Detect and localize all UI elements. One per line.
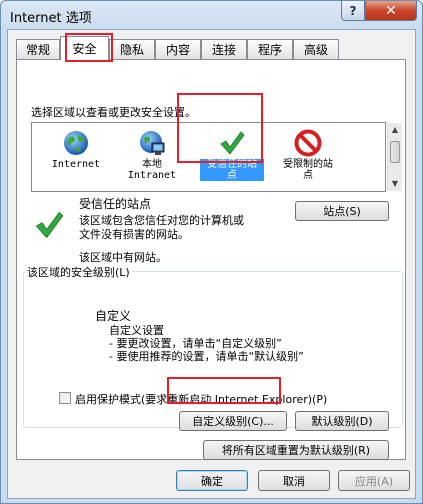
custom-level-button[interactable]: 自定义级别(C)...: [179, 411, 287, 431]
security-level-desc-3: - 要使用推荐的设置，请单击“默认级别”: [109, 350, 304, 363]
reset-all-zones-button[interactable]: 将所有区域重置为默认级别(R): [203, 440, 389, 460]
globe-icon: [64, 131, 88, 155]
checkmark-icon: [220, 131, 245, 155]
close-button[interactable]: ✕: [365, 1, 417, 21]
window-title: Internet 选项: [10, 11, 92, 26]
trusted-zone-check-icon: [35, 211, 64, 239]
tab-security[interactable]: 安全: [60, 36, 109, 60]
internet-options-dialog: Internet 选项 ? ✕ 常规 安全 隐私 内容 连接 程序 高级 选择区…: [0, 0, 423, 504]
zone-description-line1: 该区域包含您信任对您的计算机或: [79, 214, 244, 227]
sites-button[interactable]: 站点(S): [295, 201, 389, 221]
scroll-thumb[interactable]: [390, 141, 400, 163]
cancel-button[interactable]: 取消: [258, 470, 330, 491]
zone-description-line2: 文件没有损害的网站。: [79, 228, 189, 241]
zone-internet[interactable]: Internet: [40, 127, 112, 189]
security-panel: 选择区域以查看或更改安全设置。 Internet 本地 Intranet 受信任…: [16, 59, 406, 460]
restricted-icon: [294, 129, 322, 157]
scroll-up-icon[interactable]: ▲: [388, 123, 402, 137]
tab-programs[interactable]: 程序: [247, 39, 293, 59]
zone-local-intranet[interactable]: 本地 Intranet: [116, 127, 188, 189]
zone-trusted-label: 受信任的站点: [200, 159, 264, 181]
protected-mode-checkbox[interactable]: [59, 392, 71, 404]
tab-connections[interactable]: 连接: [201, 39, 247, 59]
zone-internet-label: Internet: [51, 159, 101, 170]
zone-sites-status: 该区域中有网站。: [79, 251, 167, 264]
zone-list-scrollbar[interactable]: ▲ ▼: [387, 123, 402, 191]
security-level-desc-2: - 要更改设置，请单击“自定义级别”: [109, 337, 282, 350]
tab-advanced[interactable]: 高级: [293, 39, 339, 59]
tab-general[interactable]: 常规: [16, 39, 60, 59]
close-icon: ✕: [385, 2, 397, 19]
title-bar[interactable]: Internet 选项 ? ✕: [1, 1, 422, 29]
ok-button[interactable]: 确定: [176, 470, 248, 491]
default-level-button[interactable]: 默认级别(D): [295, 411, 389, 431]
apply-button[interactable]: 应用(A): [338, 470, 410, 491]
protected-mode-label[interactable]: 启用保护模式(要求重新启动 Internet Explorer)(P): [75, 391, 327, 407]
dialog-body: 常规 安全 隐私 内容 连接 程序 高级 选择区域以查看或更改安全设置。 Int…: [7, 29, 416, 499]
security-level-name: 自定义: [95, 309, 132, 323]
zone-title: 受信任的站点: [79, 197, 152, 211]
zone-list[interactable]: Internet 本地 Intranet 受信任的站 点 受限制的站 点 ▲ ▼: [31, 122, 402, 192]
help-button[interactable]: ?: [341, 1, 365, 21]
intranet-icon: [140, 131, 165, 155]
zone-restricted-sites[interactable]: 受限制的站点: [272, 127, 344, 189]
tab-content[interactable]: 内容: [155, 39, 201, 59]
zone-trusted-sites[interactable]: 受信任的站点: [196, 127, 268, 189]
security-level-desc-1: 自定义设置: [109, 324, 164, 337]
select-zone-label: 选择区域以查看或更改安全设置。: [31, 106, 196, 119]
zone-restricted-label: 受限制的站点: [283, 159, 333, 181]
tab-privacy[interactable]: 隐私: [109, 39, 155, 59]
zone-intranet-label: 本地 Intranet: [127, 159, 177, 181]
scroll-down-icon[interactable]: ▼: [388, 177, 402, 191]
help-icon: ?: [349, 3, 357, 18]
security-level-group-label: 该区域的安全级别(L): [25, 264, 132, 280]
